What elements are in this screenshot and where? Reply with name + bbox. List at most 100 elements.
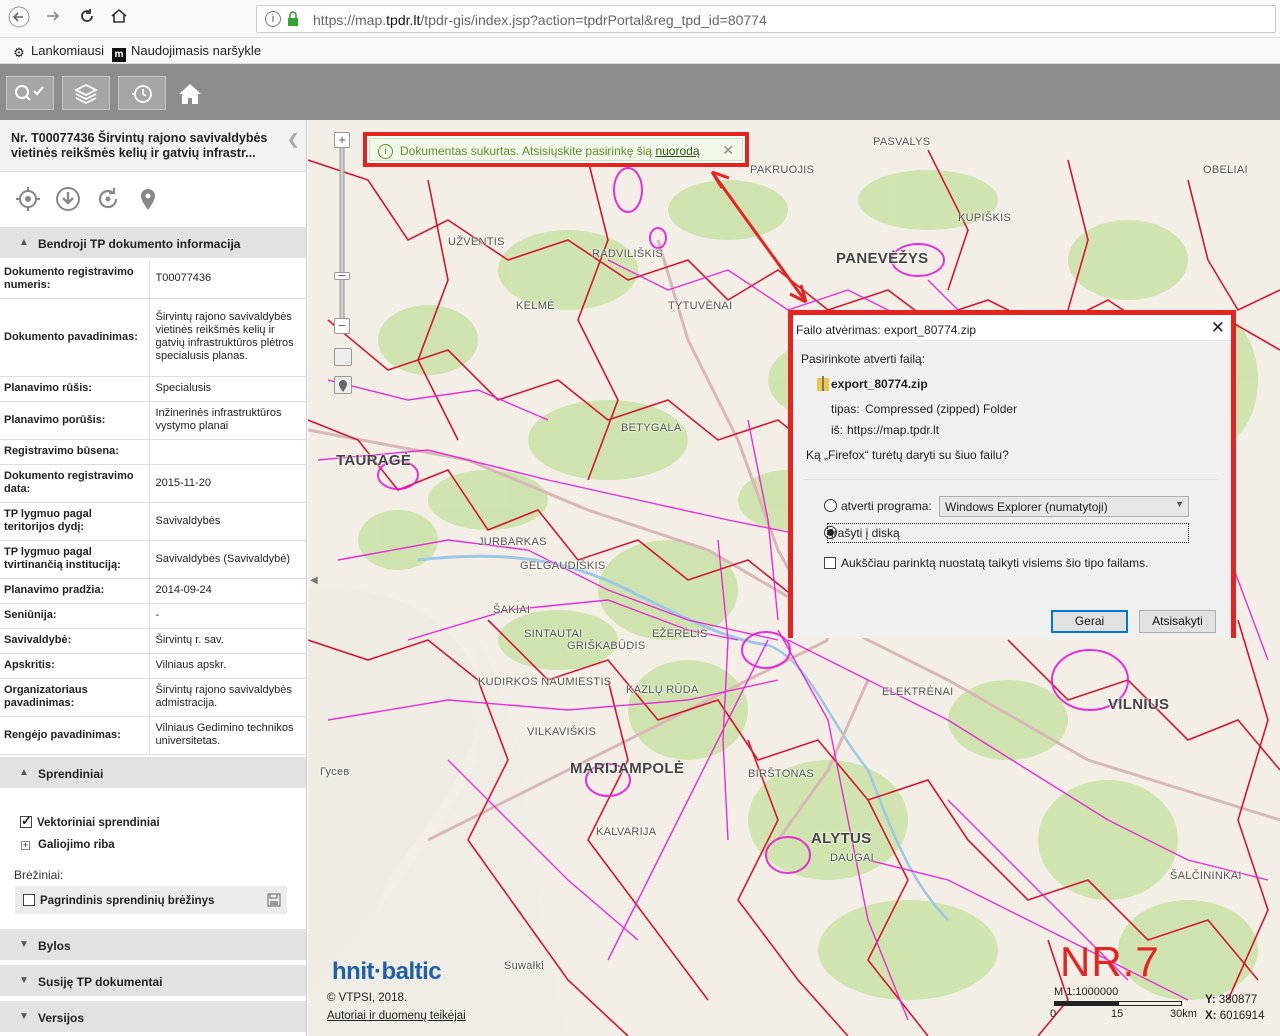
collapse-triangle-icon: ▲ bbox=[19, 237, 29, 248]
dialog-type-label: tipas: bbox=[831, 402, 860, 416]
validity-border-item[interactable]: + Galiojimo riba bbox=[21, 839, 115, 851]
gear-icon: ⚙ bbox=[13, 45, 25, 60]
expand-triangle-icon: ▼ bbox=[19, 975, 29, 986]
forward-button[interactable] bbox=[40, 6, 66, 32]
zoom-out-button[interactable]: − bbox=[334, 318, 350, 334]
bookmark-browser-help[interactable]: m Naudojimasis naršykle bbox=[112, 43, 261, 62]
scale-bar: M 1:1000000 0 15 30km bbox=[1020, 984, 1200, 1024]
collapse-triangle-icon: ▲ bbox=[19, 767, 29, 778]
browser-toolbar: i https://map.tpdr.lt/tpdr-gis/index.jsp… bbox=[0, 0, 1280, 38]
y-label: Y: bbox=[1205, 994, 1216, 1006]
info-row: Rengėjo pavadinimas: Vilniaus Gedimino te… bbox=[0, 716, 306, 755]
x-value: 6016914 bbox=[1219, 1010, 1265, 1022]
place-label: PASVALYS bbox=[873, 136, 931, 148]
search-tool-button[interactable] bbox=[6, 76, 54, 110]
dialog-intro: Pasirinkote atverti failą: bbox=[801, 352, 926, 366]
info-key: Organizatoriaus pavadinimas: bbox=[0, 678, 150, 717]
dialog-from-label: iš: bbox=[831, 423, 843, 437]
document-info-panel: Nr. T00077436 Širvintų rajono savivaldyb… bbox=[0, 120, 307, 1036]
history-button[interactable] bbox=[118, 76, 166, 110]
place-label: EŽERĖLIS bbox=[652, 628, 708, 640]
section-solutions[interactable]: ▲ Sprendiniai bbox=[0, 756, 306, 788]
map-view[interactable]: PASVALYS PAKRUOJIS PANEVĖŽYS KUPIŠKIS OBELIA… bbox=[308, 120, 1280, 1036]
place-label: DAUGAI bbox=[830, 852, 874, 864]
info-icon[interactable]: i bbox=[265, 11, 281, 27]
open-with-radio[interactable]: atverti programa: bbox=[824, 499, 932, 513]
map-pin-icon[interactable] bbox=[135, 186, 161, 212]
address-bar[interactable]: i https://map.tpdr.lt/tpdr-gis/index.jsp… bbox=[256, 5, 1276, 33]
remember-choice-checkbox[interactable]: Aukščiau parinktą nuostatą taikyti visie… bbox=[824, 556, 1148, 570]
info-value: Savivaldybės (Savivaldybė) bbox=[149, 540, 306, 579]
x-label: X: bbox=[1205, 1010, 1217, 1022]
vector-solutions-checkbox[interactable]: Vektoriniai sprendiniai bbox=[20, 813, 160, 829]
refresh-icon[interactable] bbox=[95, 186, 121, 212]
attribution-link[interactable]: Autoriai ir duomenų teikėjai bbox=[327, 1010, 466, 1022]
bookmark-most-visited[interactable]: ⚙ Lankomiausi bbox=[12, 43, 104, 60]
left-nav-arrow-icon[interactable]: ◀ bbox=[310, 575, 318, 586]
file-open-dialog: Failo atvėrimas: export_80774.zip ✕ Pasi… bbox=[788, 310, 1236, 638]
info-row: Savivaldybė: Širvintų r. sav. bbox=[0, 628, 306, 654]
info-value: Vilniaus apskr. bbox=[149, 653, 306, 679]
info-row: Registravimo būsena: bbox=[0, 439, 306, 465]
panel-action-icons bbox=[0, 172, 306, 226]
save-to-disk-label[interactable]: įrašyti į diską bbox=[827, 523, 1189, 543]
home-button[interactable] bbox=[106, 6, 132, 32]
search-check-icon bbox=[15, 85, 44, 101]
zoom-slider[interactable] bbox=[335, 128, 349, 328]
street-view-icon[interactable] bbox=[334, 348, 352, 366]
info-value: Širvintų r. sav. bbox=[149, 628, 306, 654]
expand-triangle-icon: ▼ bbox=[19, 939, 29, 950]
info-key: Registravimo būsena: bbox=[0, 439, 150, 465]
forward-arrow-icon bbox=[47, 11, 60, 21]
section-versions[interactable]: ▼ Versijos bbox=[0, 1000, 306, 1032]
hnit-baltic-logo: hnit·baltic bbox=[332, 958, 442, 985]
back-button[interactable] bbox=[6, 6, 32, 32]
info-value: Širvintų rajono savivaldybės vietinės re… bbox=[149, 298, 306, 377]
reload-button[interactable] bbox=[74, 6, 100, 32]
scale-graphic bbox=[1054, 1001, 1182, 1006]
download-icon[interactable] bbox=[55, 186, 81, 212]
info-row: TP lygmuo pagal tvirtinančią instituciją… bbox=[0, 540, 306, 579]
collapse-arrow-icon[interactable]: ❮ bbox=[287, 132, 299, 147]
notification-text: Dokumentas sukurtas. Atsisiųskite pasiri… bbox=[400, 144, 653, 158]
place-label: ŠALČININKAI bbox=[1170, 870, 1242, 882]
info-row: Dokumento registravimo data: 2015-11-20 bbox=[0, 464, 306, 503]
checkbox-unchecked-icon bbox=[824, 557, 836, 569]
coordinates-readout: Y: 380877 X: 6016914 bbox=[1205, 992, 1264, 1024]
layers-button[interactable] bbox=[62, 76, 110, 110]
cancel-button[interactable]: Atsisakyti bbox=[1139, 610, 1216, 633]
place-label: PANEVĖŽYS bbox=[836, 250, 929, 267]
section-related-documents[interactable]: ▼ Susiję TP dokumentai bbox=[0, 964, 306, 996]
map-pin-tool-icon[interactable] bbox=[334, 376, 352, 394]
zoom-in-button[interactable]: + bbox=[334, 132, 350, 148]
dialog-close-icon[interactable]: ✕ bbox=[1211, 318, 1225, 338]
place-label: KUPIŠKIS bbox=[958, 212, 1012, 224]
checkbox-checked-icon bbox=[20, 813, 32, 829]
scale-tick-30: 30km bbox=[1170, 1008, 1197, 1020]
place-label: KUDIRKOS NAUMIESTIS bbox=[478, 676, 612, 688]
dialog-type-value: Compressed (zipped) Folder bbox=[865, 402, 1018, 416]
section-general-info[interactable]: ▲ Bendroji TP dokumento informacija bbox=[0, 226, 306, 258]
place-label: KELMĖ bbox=[516, 300, 555, 312]
zoom-handle[interactable]: – bbox=[334, 268, 350, 281]
open-with-select[interactable]: Windows Explorer (numatytoji) ▼ bbox=[939, 496, 1189, 517]
locate-icon[interactable] bbox=[15, 186, 41, 212]
zip-folder-icon bbox=[817, 376, 829, 391]
expand-triangle-icon: ▼ bbox=[19, 1011, 29, 1022]
home-map-button[interactable] bbox=[174, 76, 206, 110]
section-files[interactable]: ▼ Bylos bbox=[0, 928, 306, 960]
place-label: PAKRUOJIS bbox=[750, 164, 815, 176]
download-link[interactable]: nuorodą bbox=[655, 144, 699, 158]
place-label: GELGAUDIŠKIS bbox=[520, 560, 606, 572]
info-row: Planavimo porūšis: Inžinerinės infrastruk… bbox=[0, 401, 306, 440]
info-value: Vilniaus Gedimino technikos universiteta… bbox=[149, 716, 306, 755]
dialog-body: Pasirinkote atverti failą: export_80774.… bbox=[793, 342, 1231, 606]
ok-button[interactable]: Gerai bbox=[1051, 610, 1128, 633]
info-row: Organizatoriaus pavadinimas: Širvintų raj… bbox=[0, 678, 306, 717]
close-icon[interactable]: ✕ bbox=[722, 142, 734, 159]
divider bbox=[803, 479, 1217, 480]
info-key: Planavimo rūšis: bbox=[0, 376, 150, 402]
main-drawings-item[interactable]: Pagrindinis sprendinių brėžinys bbox=[15, 886, 287, 914]
checkbox-unchecked-icon bbox=[23, 894, 35, 906]
nr7-watermark: NR.7 bbox=[1060, 938, 1160, 985]
